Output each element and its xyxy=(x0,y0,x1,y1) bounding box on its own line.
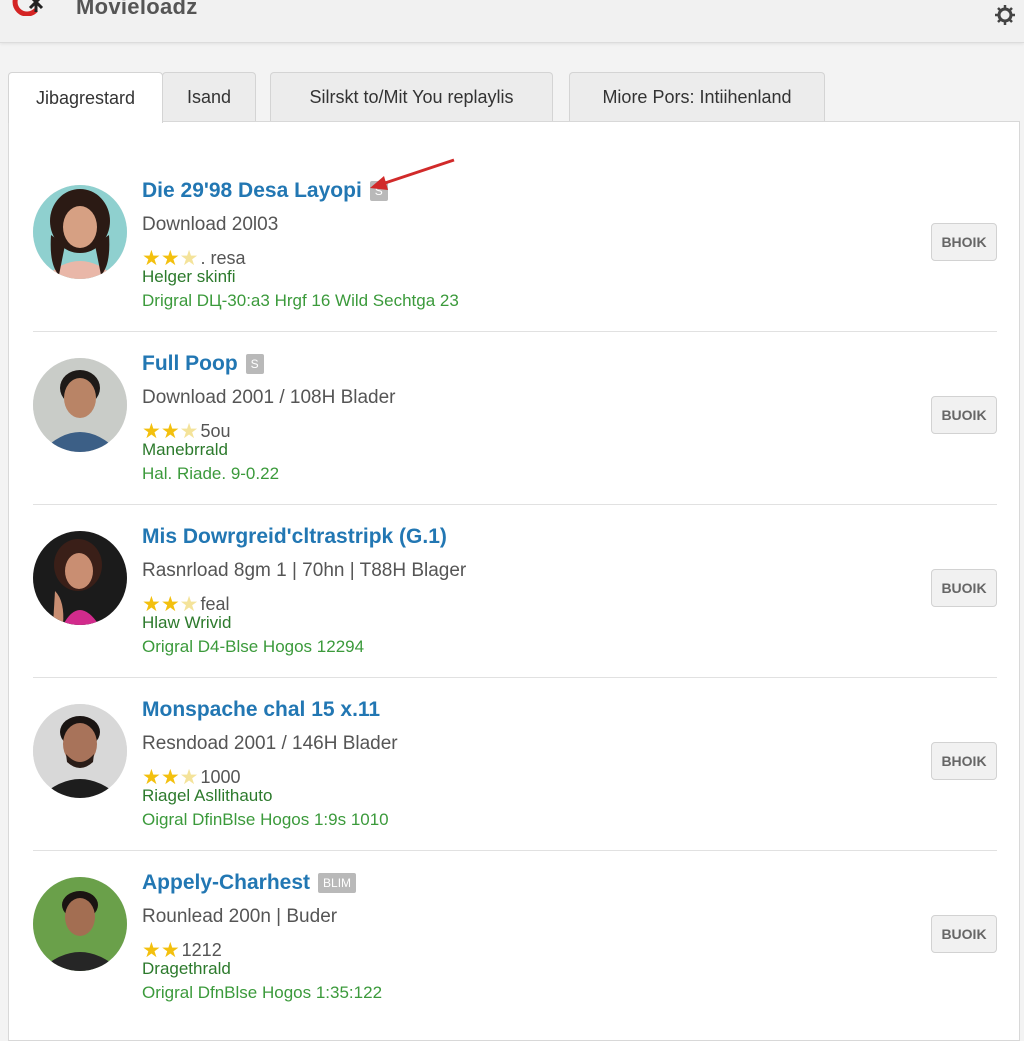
star-icon: ★ xyxy=(142,938,161,962)
item-detail-line: Helger skinfi xyxy=(142,267,236,286)
avatar xyxy=(33,358,127,452)
item-title-row: Mis Dowrgreid'cltrastripk (G.1) xyxy=(142,523,447,551)
item-detail-line: Riagel Asllithauto xyxy=(142,786,273,805)
star-icon: ★ xyxy=(179,592,199,616)
item-title-link[interactable]: Die 29'98 Desa Layopi xyxy=(142,179,362,203)
star-icon: ★ xyxy=(142,592,161,616)
item-detail-line: Dragethrald xyxy=(142,959,231,978)
item-title-link[interactable]: Appely-Charhest xyxy=(142,871,310,895)
item-title-link[interactable]: Full Poop xyxy=(142,352,238,376)
rating: ★ ★ 1212 xyxy=(142,939,222,961)
item-title-row: Full Poop S xyxy=(142,350,264,378)
star-icon: ★ xyxy=(142,246,161,270)
rating: ★ ★ ★ 5ou xyxy=(142,420,231,442)
avatar xyxy=(33,704,127,798)
item-meta: Download 2001 / 108H Blader xyxy=(142,387,396,408)
star-icon: ★ xyxy=(160,419,180,443)
item-detail-line: Manebrrald xyxy=(142,440,228,459)
rating-text: 1212 xyxy=(181,939,222,960)
list-item: Monspache chal 15 x.11 Resndoad 2001 / 1… xyxy=(33,678,997,851)
rating-text: 1000 xyxy=(200,766,241,787)
book-button[interactable]: BHOIK xyxy=(931,742,997,780)
tab-replaylist[interactable]: Silrskt to/Mit You replaylis xyxy=(270,72,553,121)
avatar xyxy=(33,531,127,625)
book-button[interactable]: BHOIK xyxy=(931,223,997,261)
rating-text: . resa xyxy=(200,247,246,268)
rating-text: feal xyxy=(200,593,230,614)
list-item: Mis Dowrgreid'cltrastripk (G.1) Rasnrloa… xyxy=(33,505,997,678)
results-panel: Die 29'98 Desa Layopi S Download 20l03 ★… xyxy=(8,121,1020,1041)
tab-jibagrestard[interactable]: Jibagrestard xyxy=(8,72,163,123)
star-icon: ★ xyxy=(160,592,180,616)
tab-isand[interactable]: Isand xyxy=(162,72,256,121)
list-item: Appely-Charhest BLIM Rounlead 200n | Bud… xyxy=(33,851,997,1024)
item-tag: BLIM xyxy=(318,873,357,893)
star-icon: ★ xyxy=(179,765,199,789)
list-item: Die 29'98 Desa Layopi S Download 20l03 ★… xyxy=(33,159,997,332)
item-meta: Resndoad 2001 / 146H Blader xyxy=(142,733,398,754)
book-button[interactable]: BUOIK xyxy=(931,569,997,607)
item-title-link[interactable]: Monspache chal 15 x.11 xyxy=(142,698,380,722)
list-item: Full Poop S Download 2001 / 108H Blader … xyxy=(33,332,997,505)
item-detail-line: Hlaw Wrivid xyxy=(142,613,232,632)
avatar xyxy=(33,877,127,971)
star-icon: ★ xyxy=(160,765,180,789)
item-detail-line: Drigral DЦ-30:a3 Hrgf 16 Wild Sechtga 23 xyxy=(142,291,459,310)
item-meta: Download 20l03 xyxy=(142,214,279,235)
app-title: Movieloadz xyxy=(76,0,198,19)
book-button[interactable]: BUOIK xyxy=(931,915,997,953)
rating: ★ ★ ★ 1000 xyxy=(142,766,241,788)
star-icon: ★ xyxy=(179,246,199,270)
rating-text: 5ou xyxy=(200,420,231,441)
star-icon: ★ xyxy=(142,419,161,443)
item-detail-line: Hal. Riade. 9-0.22 xyxy=(142,464,280,483)
star-icon: ★ xyxy=(142,765,161,789)
star-icon: ★ xyxy=(160,246,180,270)
tab-label: Miore Pors: Intiihenland xyxy=(602,86,792,107)
item-detail-line: Origral DfnBlse Hogos 1:35:122 xyxy=(142,983,383,1002)
item-title-link[interactable]: Mis Dowrgreid'cltrastripk (G.1) xyxy=(142,525,447,549)
star-icon: ★ xyxy=(179,419,199,443)
tab-label: Silrskt to/Mit You replaylis xyxy=(309,86,514,107)
item-detail-line: Origral D4-Blse Hogos 12294 xyxy=(142,637,365,656)
tab-label: Jibagrestard xyxy=(35,87,136,108)
item-meta: Rasnrload 8gm 1 | 70hn | T88H Blager xyxy=(142,560,467,581)
avatar xyxy=(33,185,127,279)
item-title-row: Monspache chal 15 x.11 xyxy=(142,696,380,724)
tab-label: Isand xyxy=(186,86,232,107)
rating: ★ ★ ★ feal xyxy=(142,593,230,615)
tab-bar: Jibagrestard Isand Silrskt to/Mit You re… xyxy=(8,72,1018,123)
red-arrow-annotation xyxy=(370,158,455,190)
tab-more-pors[interactable]: Miore Pors: Intiihenland xyxy=(569,72,825,121)
item-meta: Rounlead 200n | Buder xyxy=(142,906,338,927)
item-title-row: Appely-Charhest BLIM xyxy=(142,869,357,897)
item-detail-line: Oigral DfinBlse Hogos 1:9s 1010 xyxy=(142,810,389,829)
item-title-row: Die 29'98 Desa Layopi S xyxy=(142,177,388,205)
top-bar: Movieloadz xyxy=(0,0,1024,43)
rating: ★ ★ ★ . resa xyxy=(142,247,246,269)
item-tag: S xyxy=(245,354,264,374)
gear-icon[interactable] xyxy=(994,4,1016,26)
logo-icon xyxy=(12,0,44,16)
star-icon: ★ xyxy=(160,938,180,962)
book-button[interactable]: BUOIK xyxy=(931,396,997,434)
